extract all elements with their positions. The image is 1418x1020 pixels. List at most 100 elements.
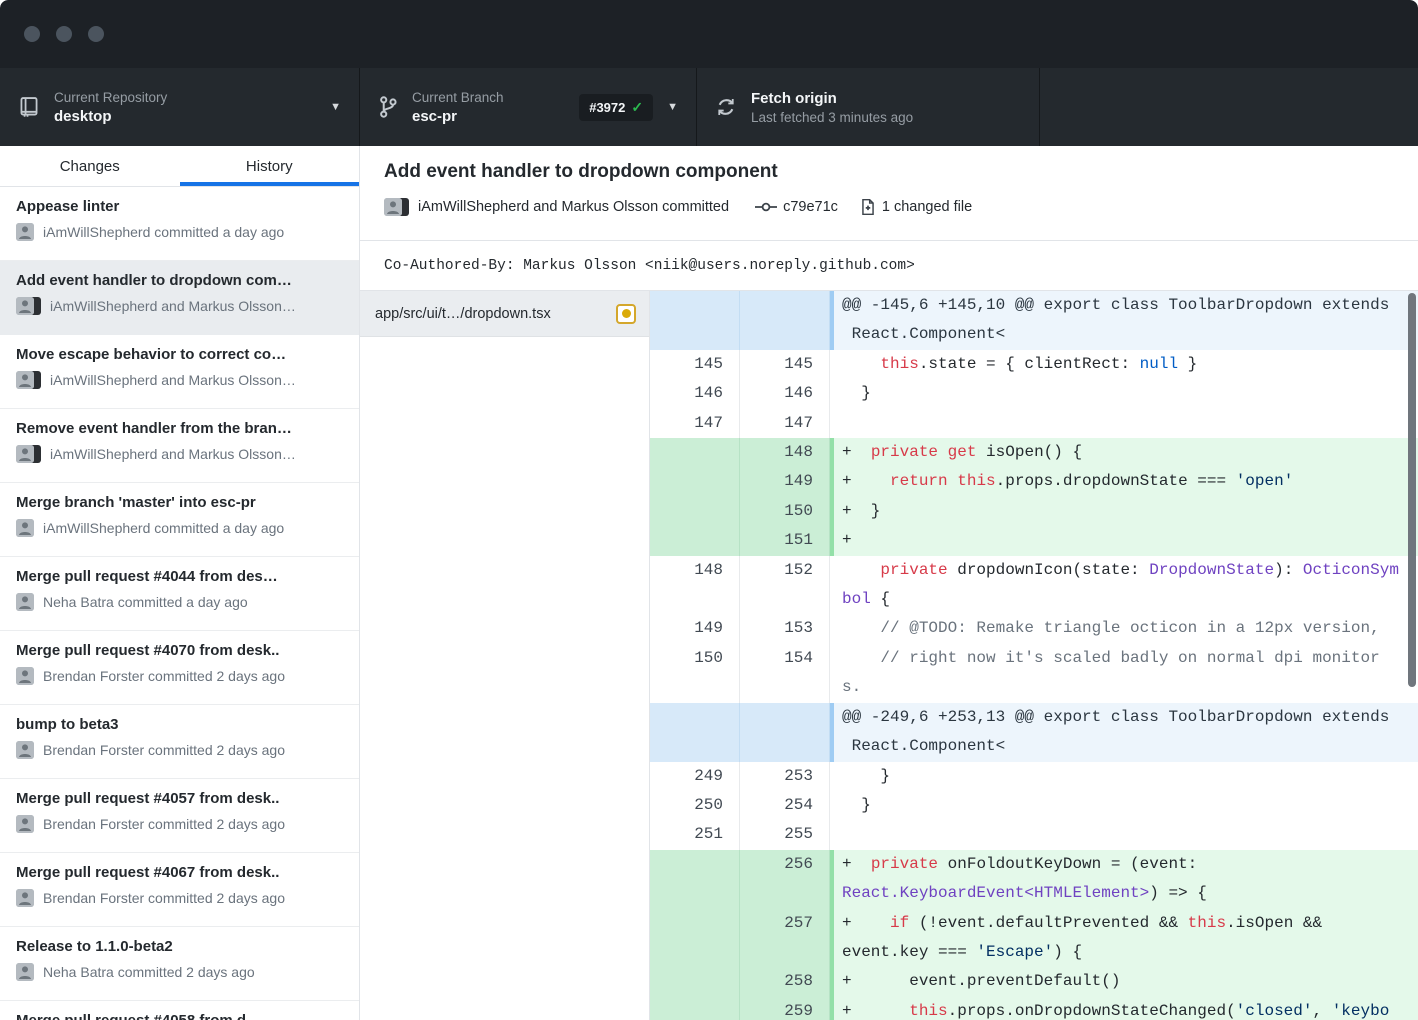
old-line-number [650,909,740,968]
toolbar: Current Repository desktop ▼ Current Bra… [0,68,1418,146]
diff-line-row[interactable]: 149+ return this.props.dropdownState ===… [650,467,1418,496]
code-line: } [842,379,1418,408]
commit-list-item[interactable]: Merge branch 'master' into esc-pr iAmWill… [0,483,359,557]
commit-item-meta-text: iAmWillShepherd and Markus Olsson… [50,446,296,462]
diff-code-cell: private dropdownIcon(state: DropdownStat… [830,556,1418,615]
avatar [16,667,34,685]
diff-line-row[interactable]: 148152 private dropdownIcon(state: Dropd… [650,556,1418,615]
diff-line-row[interactable]: 259+ this.props.onDropdownStateChanged('… [650,997,1418,1020]
commit-sha: c79e71c [783,199,838,215]
commit-list-item[interactable]: Merge pull request #4058 from d… [0,1001,359,1020]
diff-line-row[interactable]: 146146 } [650,379,1418,408]
tab-changes[interactable]: Changes [0,146,180,186]
commit-list-item[interactable]: Merge pull request #4067 from desk..Bren… [0,853,359,927]
code-line: // @TODO: Remake triangle octicon in a 1… [842,614,1418,643]
titlebar [0,0,1418,68]
commit-item-title: Merge pull request #4044 from des… [16,568,343,585]
diff-line-row[interactable]: 257+ if (!event.defaultPrevented && this… [650,909,1418,968]
diff-line-row[interactable]: 147147 [650,409,1418,438]
commit-item-meta-text: Neha Batra committed a day ago [43,594,248,610]
pr-number: #3972 [589,100,625,115]
commit-list-item[interactable]: Move escape behavior to correct co…iAmWi… [0,335,359,409]
minimize-window-button[interactable] [56,26,72,42]
fetch-subtitle: Last fetched 3 minutes ago [751,110,913,125]
code-line [842,820,1418,849]
fetch-labels: Fetch origin Last fetched 3 minutes ago [751,90,913,125]
commit-item-meta-text: iAmWillShepherd and Markus Olsson… [50,298,296,314]
diff-line-row[interactable]: 150154 // right now it's scaled badly on… [650,644,1418,703]
commit-item-meta: iAmWillShepherd and Markus Olsson… [16,297,343,315]
diff-line-row[interactable]: 145145 this.state = { clientRect: null } [650,350,1418,379]
code-line: React.Component< [842,320,1418,349]
diff-line-row[interactable]: 250254 } [650,791,1418,820]
code-line: } [842,762,1418,791]
commit-list-item[interactable]: Merge pull request #4057 from desk..Bren… [0,779,359,853]
tab-history[interactable]: History [180,146,360,186]
close-window-button[interactable] [24,26,40,42]
avatar [16,297,34,315]
diff-hunk-row[interactable]: @@ -249,6 +253,13 @@ export class Toolba… [650,703,1418,762]
commit-item-meta-text: Brendan Forster committed 2 days ago [43,890,285,906]
check-icon: ✓ [631,99,643,116]
diff-line-row[interactable]: 258+ event.preventDefault() [650,967,1418,996]
old-line-number: 146 [650,379,740,408]
new-line-number: 256 [740,850,830,909]
diff-code-cell: // @TODO: Remake triangle octicon in a 1… [830,614,1418,643]
commit-item-meta: iAmWillShepherd committed a day ago [16,223,343,241]
code-line: React.KeyboardEvent<HTMLElement>) => { [842,879,1418,908]
old-line-number [650,467,740,496]
repository-name: desktop [54,108,167,125]
branch-labels: Current Branch esc-pr [412,90,504,125]
commit-list-item[interactable]: Merge pull request #4070 from desk..Bren… [0,631,359,705]
fetch-origin-button[interactable]: Fetch origin Last fetched 3 minutes ago [697,68,1040,146]
diff-line-row[interactable]: 151+ [650,526,1418,555]
old-line-number [650,850,740,909]
pr-status-badge[interactable]: #3972 ✓ [579,94,653,121]
new-line-number: 150 [740,497,830,526]
diff-line-row[interactable]: 149153 // @TODO: Remake triangle octicon… [650,614,1418,643]
branch-name: esc-pr [412,108,504,125]
sidebar: ChangesHistory Appease linter iAmWillShep… [0,146,360,1020]
sidebar-tabs: ChangesHistory [0,146,359,187]
commit-list-item[interactable]: Add event handler to dropdown com…iAmWil… [0,261,359,335]
code-line: + if (!event.defaultPrevented && this.is… [842,909,1418,938]
commit-list-item[interactable]: Release to 1.1.0-beta2Neha Batra committ… [0,927,359,1001]
diff-code-cell: + private get isOpen() { [830,438,1418,467]
diff-scrollbar[interactable] [1408,293,1416,687]
commit-item-title: Appease linter [16,198,343,215]
new-line-number: 153 [740,614,830,643]
new-line-number: 152 [740,556,830,615]
new-line-number: 154 [740,644,830,703]
commit-item-title: bump to beta3 [16,716,343,733]
diff-line-row[interactable]: 150+ } [650,497,1418,526]
commit-item-title: Merge branch 'master' into esc-pr [16,494,343,511]
avatar [16,963,34,981]
diff-line-row[interactable]: 256+ private onFoldoutKeyDown = (event:R… [650,850,1418,909]
zoom-window-button[interactable] [88,26,104,42]
current-repository-dropdown[interactable]: Current Repository desktop ▼ [0,68,360,146]
avatar [16,519,34,537]
diff-line-row[interactable]: 249253 } [650,762,1418,791]
code-line: + this.props.onDropdownStateChanged('clo… [842,997,1418,1020]
diff-hunk-row[interactable]: @@ -145,6 +145,10 @@ export class Toolba… [650,291,1418,350]
avatar-pair [16,371,41,389]
commit-item-meta: iAmWillShepherd committed a day ago [16,519,343,537]
file-list-item[interactable]: app/src/ui/t…/dropdown.tsx [360,291,649,337]
avatar-pair [16,297,41,315]
commit-list-item[interactable]: Remove event handler from the bran…iAmWi… [0,409,359,483]
code-line: private dropdownIcon(state: DropdownStat… [842,556,1418,585]
commit-list-item[interactable]: Appease linter iAmWillShepherd committed … [0,187,359,261]
diff-code-cell: + event.preventDefault() [830,967,1418,996]
commit-list-item[interactable]: Merge pull request #4044 from des… Neha B… [0,557,359,631]
diff-line-row[interactable]: 251255 [650,820,1418,849]
current-branch-dropdown[interactable]: Current Branch esc-pr #3972 ✓ ▼ [360,68,697,146]
code-line: event.key === 'Escape') { [842,938,1418,967]
commit-list-item[interactable]: bump to beta3Brendan Forster committed 2… [0,705,359,779]
diff-code-cell: + if (!event.defaultPrevented && this.is… [830,909,1418,968]
old-line-number: 251 [650,820,740,849]
diff-code-cell: @@ -145,6 +145,10 @@ export class Toolba… [830,291,1418,350]
diff-area: app/src/ui/t…/dropdown.tsx @@ -145,6 +14… [360,291,1418,1020]
commit-item-meta-text: iAmWillShepherd committed a day ago [43,520,284,536]
diff-line-row[interactable]: 148+ private get isOpen() { [650,438,1418,467]
book-icon [18,95,40,119]
